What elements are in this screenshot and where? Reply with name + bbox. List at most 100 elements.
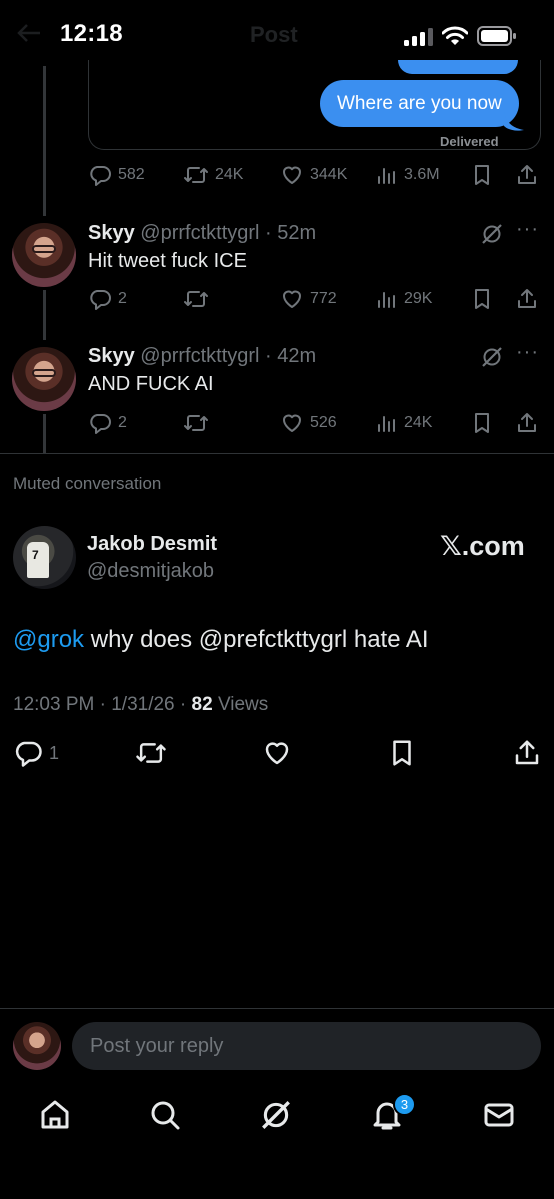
avatar[interactable] xyxy=(12,223,76,287)
post-time[interactable]: 12:03 PM xyxy=(13,694,94,715)
current-user-avatar[interactable] xyxy=(13,1022,61,1070)
post-text: Hit tweet fuck ICE xyxy=(88,250,247,272)
reply-button[interactable]: 582 xyxy=(88,162,145,188)
post-text: AND FUCK AI xyxy=(88,373,214,395)
repost-button[interactable]: 24K xyxy=(183,162,243,188)
views-icon xyxy=(376,287,398,311)
post-time[interactable]: 52m xyxy=(277,222,316,244)
bookmark-button[interactable] xyxy=(471,162,493,188)
like-button[interactable]: 772 xyxy=(280,286,337,312)
like-count: 344K xyxy=(310,166,348,183)
share-button[interactable] xyxy=(515,286,539,312)
share-button[interactable] xyxy=(512,738,542,768)
repost-icon xyxy=(183,163,209,187)
back-arrow-icon[interactable] xyxy=(16,22,42,44)
views-icon xyxy=(376,411,398,435)
grok-icon xyxy=(259,1098,293,1132)
like-button[interactable]: 526 xyxy=(280,410,337,436)
comment-icon xyxy=(88,287,112,311)
reply-button[interactable]: 1 xyxy=(13,738,59,768)
like-icon xyxy=(280,411,304,435)
divider xyxy=(0,1008,554,1009)
grok-icon[interactable] xyxy=(480,222,504,246)
dot-separator: · xyxy=(259,222,278,244)
share-button[interactable] xyxy=(515,410,539,436)
more-icon[interactable]: ··· xyxy=(516,341,539,364)
more-icon[interactable]: ··· xyxy=(516,218,539,241)
views-label: Views xyxy=(217,694,269,715)
post-date[interactable]: 1/31/26 xyxy=(111,694,174,715)
bookmark-icon xyxy=(471,287,493,311)
thread-line xyxy=(43,414,46,454)
like-button[interactable] xyxy=(262,738,292,768)
search-icon xyxy=(148,1098,182,1132)
author-handle[interactable]: @prrfctkttygrl xyxy=(140,222,259,244)
message-bubble: Where are you now xyxy=(320,80,519,127)
avatar[interactable] xyxy=(12,347,76,411)
cellular-signal-icon xyxy=(404,28,434,46)
views-count: 24K xyxy=(404,414,433,431)
post-time[interactable]: 42m xyxy=(277,345,316,367)
reply-header: Skyy @prrfctkttygrl · 42m xyxy=(88,345,316,368)
views-count: 3.6M xyxy=(404,166,440,183)
messages-icon xyxy=(482,1098,516,1132)
notifications-badge: 3 xyxy=(393,1093,416,1116)
grok-icon[interactable] xyxy=(480,345,504,369)
views-button[interactable]: 29K xyxy=(376,286,432,312)
mention-link[interactable]: @grok xyxy=(13,626,84,653)
main-post-text: @grok why does @prefctkttygrl hate AI xyxy=(13,626,429,654)
dot-separator: · xyxy=(259,345,278,367)
repost-icon xyxy=(183,411,209,435)
repost-button[interactable] xyxy=(183,286,215,312)
bookmark-button[interactable] xyxy=(471,286,493,312)
bookmark-icon xyxy=(471,163,493,187)
author-name[interactable]: Skyy xyxy=(88,345,135,367)
tab-grok[interactable] xyxy=(259,1098,293,1132)
reply-input[interactable]: Post your reply xyxy=(72,1022,541,1070)
main-post-author-name[interactable]: Jakob Desmit xyxy=(87,533,217,556)
header-title: Post xyxy=(250,22,298,47)
x-logo: 𝕏.com xyxy=(440,531,525,561)
views-count: 82 xyxy=(191,694,213,715)
tab-search[interactable] xyxy=(148,1098,182,1132)
like-icon xyxy=(280,163,304,187)
repost-button[interactable] xyxy=(183,410,215,436)
main-post-author-handle[interactable]: @desmitjakob xyxy=(87,560,214,583)
thread-line xyxy=(43,290,46,340)
delivered-status: Delivered xyxy=(440,134,499,149)
comment-icon xyxy=(88,163,112,187)
bookmark-icon xyxy=(471,411,493,435)
tab-messages[interactable] xyxy=(482,1098,516,1132)
reply-count: 582 xyxy=(118,166,145,183)
reply-button[interactable]: 2 xyxy=(88,410,127,436)
views-button[interactable]: 3.6M xyxy=(376,162,440,188)
tab-home[interactable] xyxy=(38,1098,72,1132)
post-metadata: 12:03 PM · 1/31/26 · 82 Views xyxy=(13,694,269,715)
like-button[interactable]: 344K xyxy=(280,162,347,188)
author-handle[interactable]: @prrfctkttygrl xyxy=(140,345,259,367)
repost-icon xyxy=(135,738,167,768)
author-name[interactable]: Skyy xyxy=(88,222,135,244)
comment-icon xyxy=(88,411,112,435)
share-button[interactable] xyxy=(515,162,539,188)
views-button[interactable]: 24K xyxy=(376,410,432,436)
bookmark-icon xyxy=(388,738,416,768)
share-icon xyxy=(515,287,539,311)
bookmark-button[interactable] xyxy=(471,410,493,436)
reply-count: 1 xyxy=(49,742,60,763)
reply-button[interactable]: 2 xyxy=(88,286,127,312)
divider xyxy=(0,453,554,454)
like-count: 772 xyxy=(310,290,337,307)
bookmark-button[interactable] xyxy=(388,738,416,768)
repost-icon xyxy=(183,287,209,311)
repost-button[interactable] xyxy=(135,738,167,768)
like-icon xyxy=(280,287,304,311)
battery-icon xyxy=(477,26,517,46)
share-icon xyxy=(515,163,539,187)
share-icon xyxy=(515,411,539,435)
reply-count: 2 xyxy=(118,414,127,431)
main-post-avatar[interactable]: 7 xyxy=(13,526,76,589)
status-time: 12:18 xyxy=(60,20,123,47)
views-count: 29K xyxy=(404,290,433,307)
reply-header: Skyy @prrfctkttygrl · 52m xyxy=(88,222,316,245)
